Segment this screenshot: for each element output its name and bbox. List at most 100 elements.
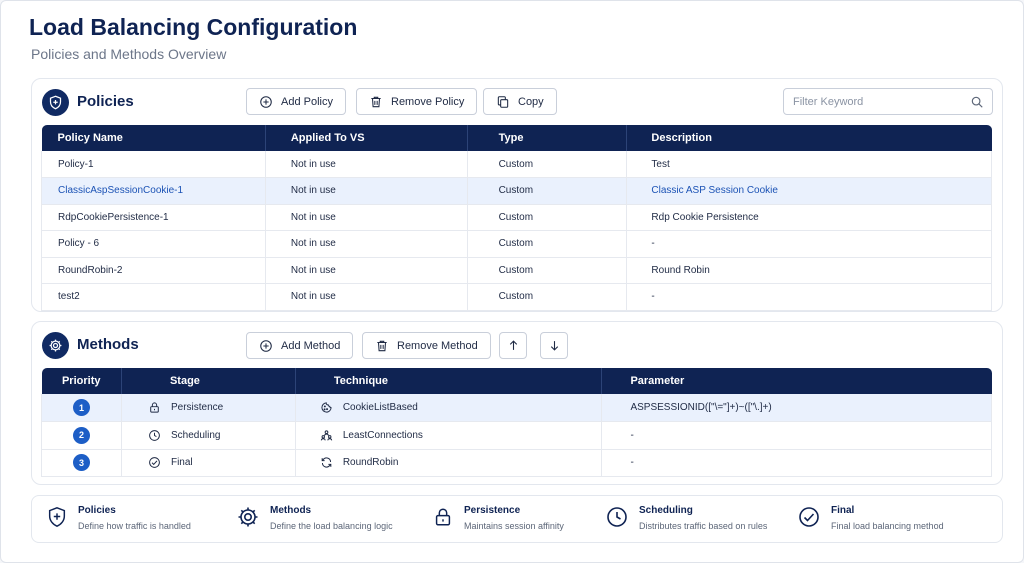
users-icon (320, 430, 332, 441)
legend-item-scheduling: Scheduling Distributes traffic based on … (605, 505, 767, 531)
methods-header: Methods Add Method Remove Method (32, 322, 1002, 368)
priority-badge: 2 (72, 426, 90, 444)
methods-table: Priority Stage Technique Parameter 1 Per… (41, 368, 992, 477)
shield-icon (48, 507, 66, 527)
legend-title: Final (831, 505, 855, 516)
technique-cell: CookieListBased (295, 394, 603, 422)
description-cell: Test (626, 151, 992, 178)
refresh-icon (321, 457, 332, 468)
legend-desc: Distributes traffic based on rules (639, 521, 768, 531)
stage-label: Final (170, 457, 193, 469)
col-description[interactable]: Description (626, 125, 992, 151)
legend-desc: Maintains session affinity (464, 521, 564, 531)
type-cell: Custom (467, 151, 628, 178)
page-subtitle: Policies and Methods Overview (31, 46, 227, 62)
table-row-selected[interactable]: ClassicAspSessionCookie-1 Not in use Cus… (41, 177, 992, 205)
table-row-selected[interactable]: 1 Persistence CookieListBased ASPSESSION… (41, 394, 992, 422)
col-technique[interactable]: Technique (295, 368, 603, 394)
technique-cell: LeastConnections (295, 421, 603, 450)
policy-name-cell: RoundRobin-2 (41, 257, 266, 284)
legend-title: Persistence (464, 505, 521, 516)
legend-item-methods: Methods Define the load balancing logic (236, 505, 393, 531)
col-stage[interactable]: Stage (121, 368, 296, 394)
trash-icon (377, 340, 387, 351)
check-circle-icon (149, 457, 160, 469)
table-row[interactable]: RoundRobin-2 Not in use Custom Round Rob… (41, 257, 992, 284)
policies-header: Policies Add Policy Remove Policy Copy (32, 79, 1002, 125)
col-type[interactable]: Type (467, 125, 628, 151)
methods-table-header: Priority Stage Technique Parameter (41, 368, 992, 394)
table-row[interactable]: 2 Scheduling LeastConnections - (41, 421, 992, 450)
lock-icon (150, 402, 159, 413)
col-applied-to-vs[interactable]: Applied To VS (265, 125, 468, 151)
add-method-label: Add Method (281, 339, 341, 352)
policy-name-cell: Policy-1 (41, 151, 266, 178)
remove-method-button[interactable]: Remove Method (362, 332, 491, 359)
type-cell: Custom (467, 204, 628, 231)
legend-item-final: Final Final load balancing method (797, 505, 944, 531)
legend-item-policies: Policies Define how traffic is handled (46, 505, 191, 531)
shield-icon (42, 89, 69, 116)
search-icon[interactable] (970, 95, 984, 109)
stage-cell: Persistence (121, 394, 296, 422)
filter-box (783, 88, 993, 115)
description-cell: - (626, 230, 992, 258)
page: Load Balancing Configuration Policies an… (0, 0, 1024, 563)
arrow-up-icon (509, 340, 517, 350)
priority-cell: 3 (41, 449, 122, 477)
parameter-cell: ASPSESSIONID(["\="]+)~(["\.]+) (601, 394, 992, 422)
table-row[interactable]: 3 Final RoundRobin - (41, 449, 992, 477)
legend-title: Methods (270, 505, 312, 516)
clock-icon (607, 507, 627, 527)
priority-cell: 2 (41, 421, 122, 450)
table-row[interactable]: Policy - 6 Not in use Custom - (41, 230, 992, 258)
clock-icon (149, 429, 160, 441)
legend-title: Policies (78, 505, 116, 516)
filter-input[interactable] (793, 94, 963, 110)
remove-method-label: Remove Method (397, 339, 478, 352)
description-cell: Rdp Cookie Persistence (626, 204, 992, 231)
remove-policy-button[interactable]: Remove Policy (356, 88, 478, 115)
stage-label: Persistence (170, 402, 224, 413)
policies-table-header: Policy Name Applied To VS Type Descripti… (41, 125, 992, 151)
add-policy-label: Add Policy (281, 95, 333, 108)
legend-desc: Define how traffic is handled (78, 521, 191, 531)
applied-cell: Not in use (265, 283, 468, 311)
gear-icon (42, 332, 69, 359)
methods-title: Methods (77, 336, 139, 353)
legend-bar: Policies Define how traffic is handled M… (31, 495, 1003, 543)
add-method-button[interactable]: Add Method (246, 332, 354, 359)
legend-desc: Final load balancing method (831, 521, 944, 531)
col-parameter[interactable]: Parameter (601, 368, 992, 394)
move-up-button[interactable] (499, 332, 527, 359)
cookie-icon (321, 402, 332, 413)
parameter-cell: - (601, 449, 992, 477)
col-priority[interactable]: Priority (41, 368, 122, 394)
policy-name-cell: test2 (41, 283, 266, 311)
priority-badge: 3 (72, 454, 90, 472)
stage-label: Scheduling (170, 429, 221, 441)
applied-cell: Not in use (265, 257, 468, 284)
gear-icon (238, 507, 258, 527)
table-row[interactable]: Policy-1 Not in use Custom Test (41, 151, 992, 178)
stage-cell: Scheduling (121, 421, 296, 450)
methods-panel: Methods Add Method Remove Method Priorit… (31, 321, 1003, 485)
policies-title: Policies (77, 93, 134, 110)
col-policy-name[interactable]: Policy Name (41, 125, 266, 151)
page-title: Load Balancing Configuration (29, 14, 358, 40)
technique-cell: RoundRobin (295, 449, 603, 477)
table-row[interactable]: RdpCookiePersistence-1 Not in use Custom… (41, 204, 992, 231)
priority-cell: 1 (41, 394, 122, 422)
technique-label: RoundRobin (342, 457, 399, 469)
table-row[interactable]: test2 Not in use Custom - (41, 283, 992, 311)
add-policy-button[interactable]: Add Policy (246, 88, 346, 115)
move-down-button[interactable] (540, 332, 568, 359)
trash-icon (371, 96, 381, 107)
type-cell: Custom (467, 177, 628, 205)
plus-circle-icon (260, 339, 272, 352)
arrow-down-icon (550, 341, 558, 351)
copy-button[interactable]: Copy (483, 88, 557, 115)
policy-name-cell: ClassicAspSessionCookie-1 (41, 177, 266, 205)
policy-name-cell: Policy - 6 (41, 230, 266, 258)
priority-badge: 1 (72, 399, 90, 416)
